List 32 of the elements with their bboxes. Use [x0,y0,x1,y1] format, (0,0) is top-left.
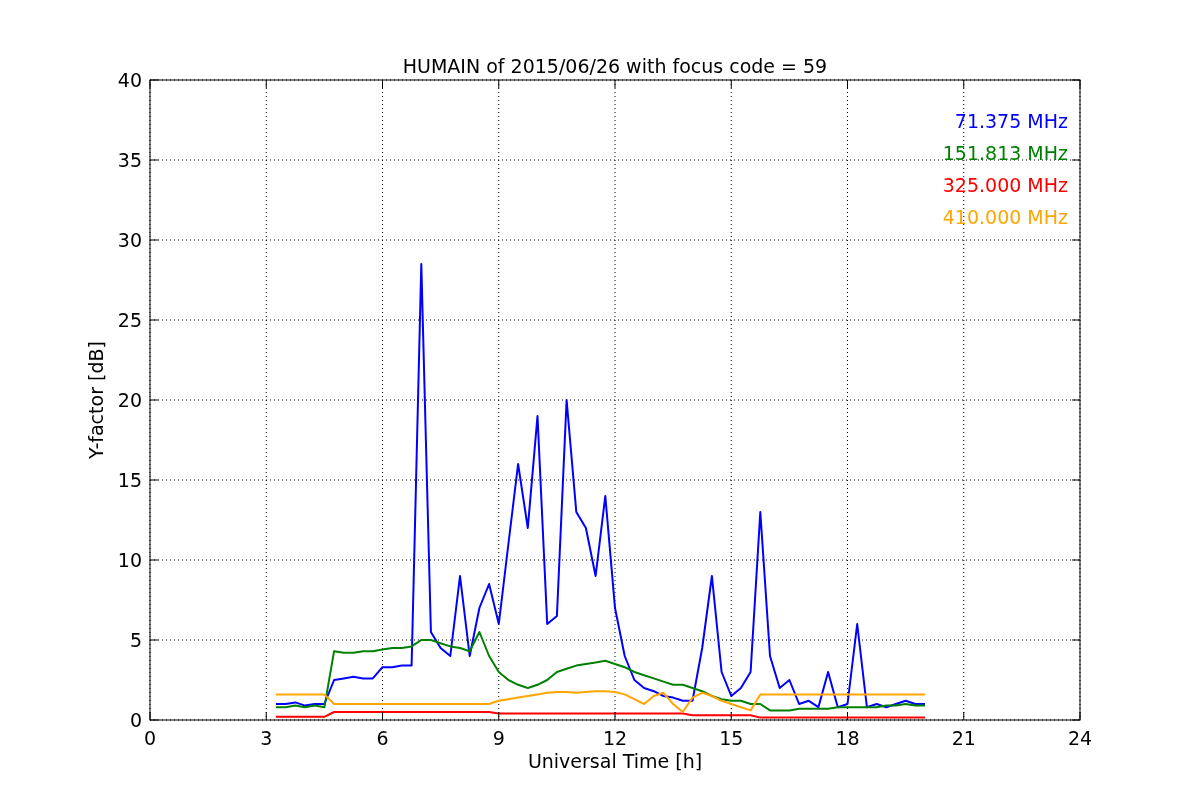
tick-label: 20 [117,389,142,411]
axis-title: Y-factor [dB] [85,341,107,459]
tick-label: 18 [835,727,860,749]
axis-title: Universal Time [h] [527,750,703,772]
tick-label: 9 [492,727,505,749]
tick-label: 12 [602,727,628,749]
tick-label: 24 [1067,727,1093,749]
tick-label: 30 [117,229,142,251]
tick-label: 10 [117,549,142,571]
legend-label: 71.375 MHz [954,110,1068,132]
tick-label: 15 [719,727,744,749]
tick-label: 3 [260,727,273,749]
chart-title: HUMAIN of 2015/06/26 with focus code = 59 [402,55,828,77]
tick-label: 0 [143,727,157,749]
tick-label: 35 [117,149,142,171]
legend-label: 151.813 MHz [942,142,1068,164]
tick-mark [265,711,267,721]
tick-label: 15 [117,469,142,491]
tick-label: 0 [129,709,142,731]
tick-mark [498,711,500,721]
tick-mark [963,711,965,721]
tick-mark [847,711,848,721]
tick-mark [614,711,616,721]
tick-mark [730,711,732,721]
tick-label: 25 [117,309,142,331]
tick-label: 40 [117,69,142,91]
legend-label: 325.000 MHz [942,174,1068,196]
tick-label: 6 [376,727,389,749]
tick-mark [382,711,383,721]
legend-label: 410.000 MHz [942,206,1068,228]
tick-label: 5 [129,629,142,651]
tick-label: 21 [951,727,976,749]
